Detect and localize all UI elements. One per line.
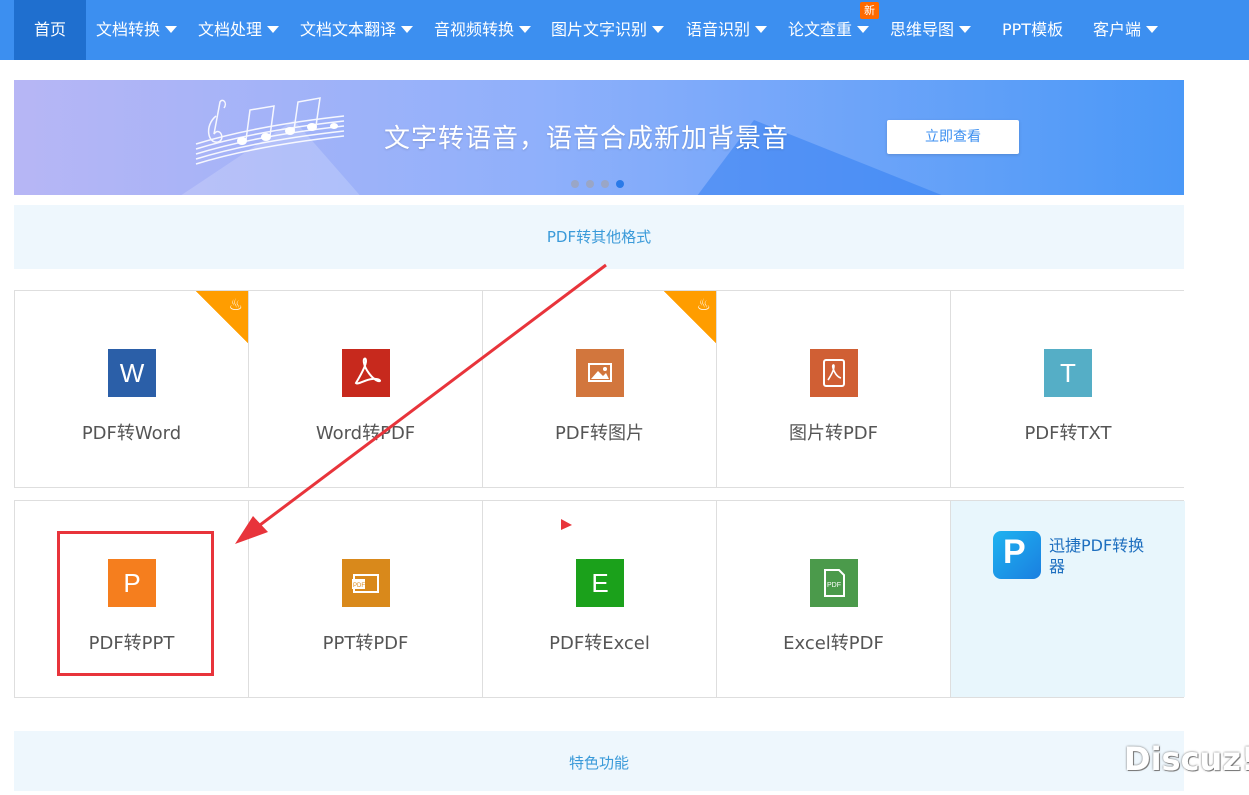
watermark: Discuz! <box>1124 740 1249 778</box>
annotation-arrow-icon <box>235 263 607 544</box>
